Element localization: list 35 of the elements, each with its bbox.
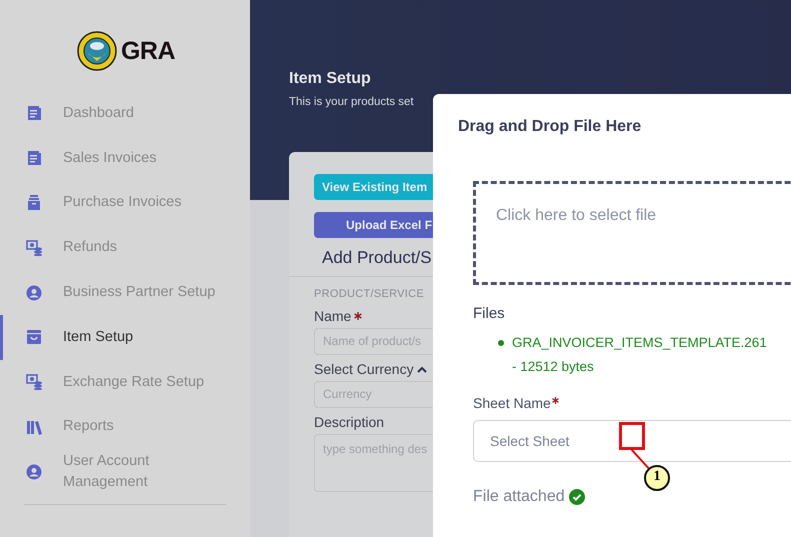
books-icon — [26, 418, 42, 435]
document-icon — [26, 105, 42, 122]
callout-marker-drawing — [619, 422, 671, 492]
field-label: Name — [314, 308, 352, 324]
field-label: Select Currency — [314, 361, 414, 377]
sidebar-item[interactable]: Business Partner Setup — [0, 270, 250, 315]
sidebar-item[interactable]: User Account Management — [0, 449, 250, 494]
sidebar-item[interactable]: Reports — [0, 404, 250, 450]
user-icon — [26, 284, 42, 301]
callout-number: 1 — [652, 469, 662, 485]
cash-coins-icon — [26, 374, 42, 390]
file-dropzone[interactable]: Click here to select file — [473, 181, 791, 285]
sidebar-item[interactable]: Exchange Rate Setup — [0, 360, 250, 405]
page-subtitle: This is your products set — [289, 96, 414, 108]
cash-coins-icon — [26, 240, 42, 256]
box-icon — [26, 329, 42, 346]
seal-logo-icon — [76, 31, 117, 71]
file-entry: GRA_INVOICER_ITEMS_TEMPLATE.261 - 12512 bytes — [512, 334, 767, 376]
files-heading: Files — [473, 305, 505, 322]
document-icon — [26, 150, 42, 166]
user-icon — [26, 464, 42, 480]
archive-icon — [26, 194, 42, 211]
page-title: Item Setup — [289, 70, 371, 88]
logo-text: GRA — [120, 36, 176, 66]
sidebar-item[interactable]: Sales Invoices — [0, 136, 250, 181]
bullet-icon — [498, 340, 504, 346]
sidebar-item[interactable]: Dashboard — [0, 91, 250, 136]
dialog-title: Drag and Drop File Here — [458, 118, 642, 136]
chevron-up-icon — [416, 366, 427, 372]
section-label: PRODUCT/SERVICE — [314, 288, 424, 300]
field-label: Description — [314, 414, 384, 430]
sidebar-item[interactable]: Purchase Invoices — [0, 180, 250, 226]
sidebar-item[interactable]: Refunds — [0, 225, 250, 270]
form-heading: Add Product/S — [322, 248, 432, 268]
sheet-select[interactable]: Select Sheet — [473, 420, 791, 462]
